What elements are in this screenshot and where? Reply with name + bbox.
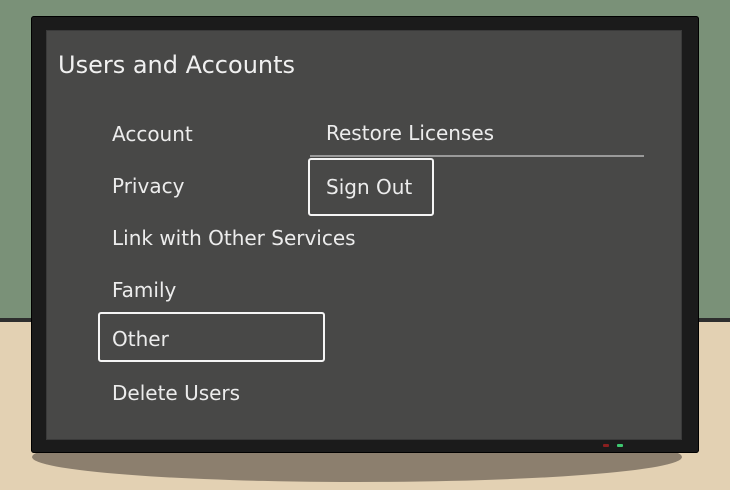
power-led-red	[603, 444, 609, 447]
tv-screen: Users and Accounts Account Privacy Link …	[46, 30, 682, 440]
submenu-divider	[310, 155, 644, 157]
scene: Users and Accounts Account Privacy Link …	[0, 0, 730, 490]
menu-item-delete-users[interactable]: Delete Users	[98, 366, 325, 416]
menu-item-link-with-other-services[interactable]: Link with Other Services	[98, 211, 356, 261]
menu-item-family[interactable]: Family	[98, 263, 325, 313]
power-led-green	[617, 444, 623, 447]
submenu-item-sign-out[interactable]: Sign Out	[308, 158, 434, 216]
menu-item-account[interactable]: Account	[98, 107, 325, 157]
menu-item-privacy[interactable]: Privacy	[98, 159, 325, 209]
menu-item-other[interactable]: Other	[98, 312, 325, 362]
submenu-item-restore-licenses[interactable]: Restore Licenses	[308, 104, 608, 162]
page-title: Users and Accounts	[58, 51, 296, 79]
